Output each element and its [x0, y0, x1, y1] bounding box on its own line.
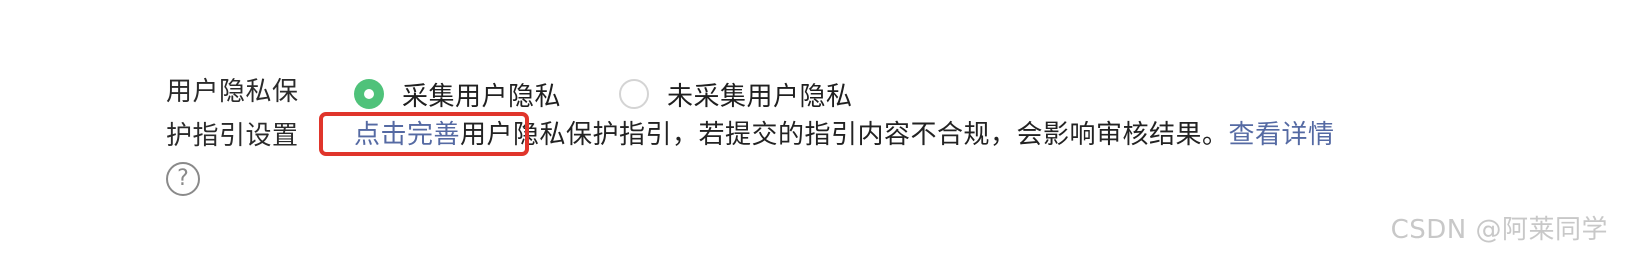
radio-label-collect: 采集用户隐私	[402, 81, 562, 112]
view-details-link[interactable]: 查看详情	[1229, 120, 1335, 150]
setting-label-line-2: 护指引设置	[166, 121, 299, 151]
radio-unchecked-icon[interactable]	[619, 79, 650, 109]
privacy-guide-setting-label: 用户隐私保 护指引设置	[166, 70, 316, 158]
privacy-guide-hint: 点击完善用户隐私保护指引，若提交的指引内容不合规，会影响审核结果。查看详情	[354, 115, 1335, 155]
privacy-collection-radio-group: 采集用户隐私 未采集用户隐私	[354, 74, 853, 114]
radio-checked-icon[interactable]	[354, 79, 384, 109]
radio-option-collect[interactable]: 采集用户隐私	[354, 76, 561, 113]
help-question-icon[interactable]: ?	[166, 162, 200, 196]
watermark-text: CSDN @阿莱同学	[1390, 215, 1608, 245]
radio-option-not-collect[interactable]: 未采集用户隐私	[619, 76, 853, 113]
setting-label-line-1: 用户隐私保	[166, 77, 299, 107]
radio-label-not-collect: 未采集用户隐私	[667, 81, 853, 112]
complete-guide-link[interactable]: 点击完善	[354, 120, 460, 150]
guide-hint-text: 用户隐私保护指引，若提交的指引内容不合规，会影响审核结果。	[460, 120, 1229, 150]
